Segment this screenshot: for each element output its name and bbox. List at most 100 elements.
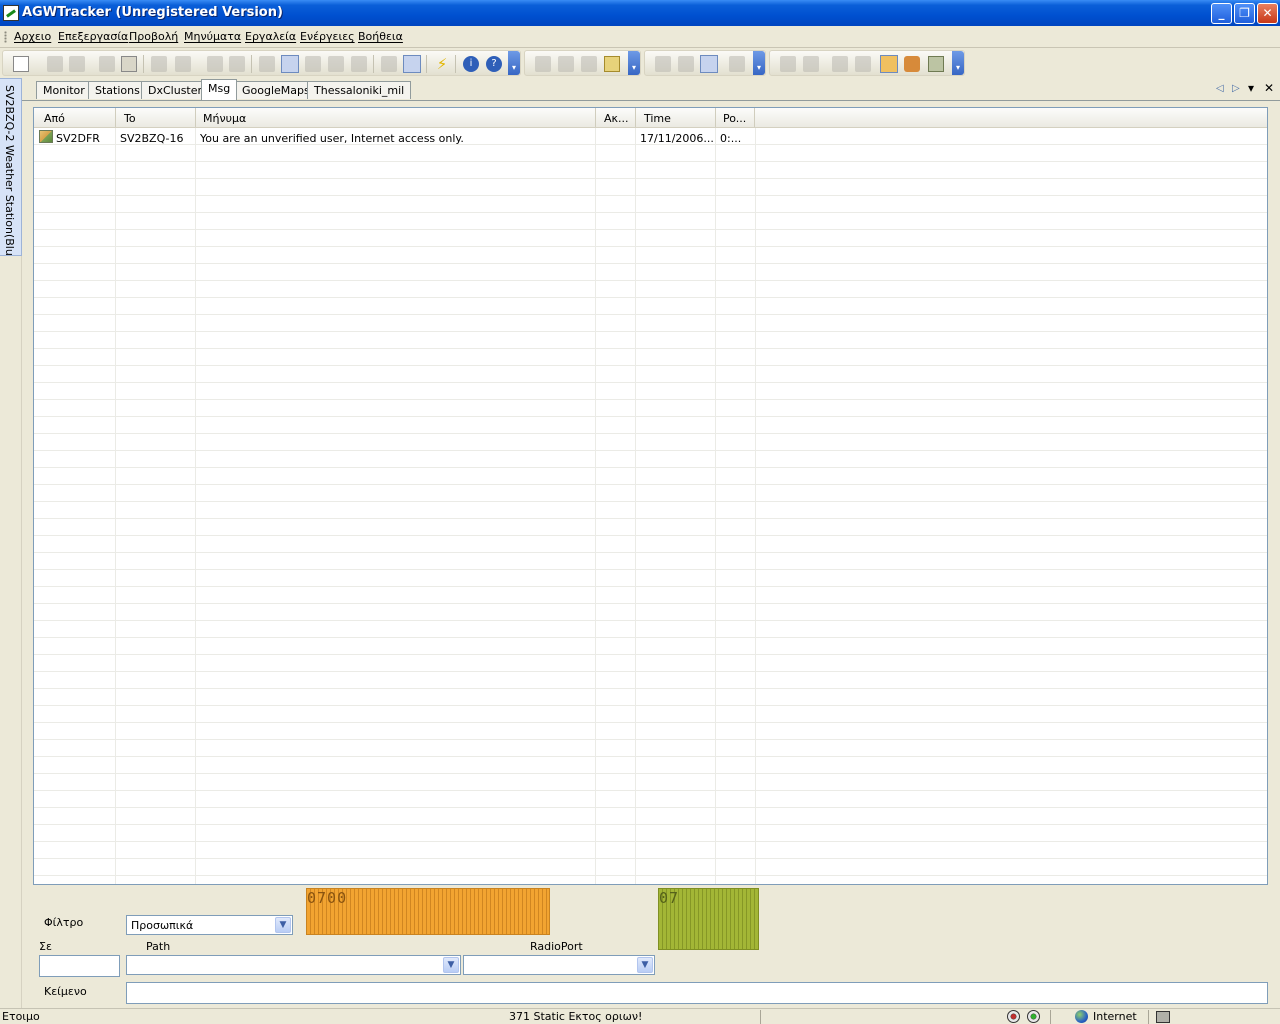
column-divider <box>755 128 756 884</box>
to-input[interactable] <box>39 955 120 977</box>
radioport-select[interactable]: ▼ <box>463 955 655 975</box>
status-stations-message: 371 Static Εκτος οριων! <box>509 1010 643 1023</box>
radioport-label: RadioPort <box>530 940 583 953</box>
message-text-input[interactable] <box>126 982 1268 1004</box>
menu-file[interactable]: Αρχειο <box>14 30 51 43</box>
delete-icon[interactable] <box>535 56 551 72</box>
status-separator <box>1050 1010 1051 1024</box>
toolbar-overflow-chevron-icon[interactable]: ▾ <box>753 51 765 75</box>
profile-icon[interactable] <box>880 55 898 73</box>
tab-next-arrow-icon[interactable]: ▷ <box>1232 83 1240 94</box>
group-users-icon[interactable] <box>904 56 920 72</box>
column-header-port[interactable]: Po... <box>717 108 755 127</box>
minimize-button[interactable]: _ <box>1211 3 1232 24</box>
tab-monitor[interactable]: Monitor <box>36 81 92 99</box>
internet-globe-icon <box>1075 1010 1088 1023</box>
tab-close-icon[interactable]: ✕ <box>1264 81 1274 95</box>
menu-tools[interactable]: Εργαλεία <box>245 30 296 43</box>
app-icon <box>3 5 19 21</box>
contacts-icon[interactable] <box>604 56 620 72</box>
measure-icon[interactable] <box>351 56 367 72</box>
counter-display-2-text: 07 <box>659 889 680 907</box>
station-user-icon <box>39 130 53 143</box>
cancel-icon[interactable] <box>855 56 871 72</box>
column-divider <box>195 128 196 884</box>
restore-button[interactable]: ❐ <box>1234 3 1255 24</box>
lightning-icon[interactable]: ⚡ <box>434 56 450 72</box>
status-internet-zone: Internet <box>1093 1010 1137 1023</box>
tab-thessaloniki-mil[interactable]: Thessaloniki_mil <box>307 81 412 99</box>
tab-list-dropdown-icon[interactable]: ▾ <box>1248 81 1254 95</box>
find-icon[interactable] <box>328 56 344 72</box>
zoom-in-icon[interactable] <box>151 56 167 72</box>
column-header-message[interactable]: Μήνυμα <box>197 108 596 127</box>
pan-icon[interactable] <box>207 56 223 72</box>
close-window-button[interactable]: ✕ <box>1257 3 1278 24</box>
tab-dxcluster[interactable]: DxCluster <box>141 81 210 99</box>
toolbar: ⚡ i ? ▾ ▾ ▾ ▾ <box>0 48 1280 78</box>
cell-from: SV2DFR <box>56 132 100 145</box>
list-icon[interactable] <box>928 56 944 72</box>
chevron-down-icon[interactable]: ▼ <box>637 957 653 973</box>
info-icon[interactable]: i <box>463 56 479 72</box>
column-header-time[interactable]: Time <box>638 108 716 127</box>
window-icon[interactable] <box>678 56 694 72</box>
select-icon[interactable] <box>259 56 275 72</box>
menu-actions[interactable]: Ενέργειες <box>300 30 355 43</box>
layer-icon[interactable] <box>305 56 321 72</box>
toolbar-overflow-chevron-icon[interactable]: ▾ <box>952 51 964 75</box>
column-header-ack[interactable]: Ακ... <box>598 108 636 127</box>
table-row[interactable]: SV2DFR SV2BZQ-16 You are an unverified u… <box>34 129 1267 146</box>
toolbar-separator <box>373 55 374 73</box>
print-icon[interactable] <box>99 56 115 72</box>
toolbar-group-4: ▾ <box>769 50 965 76</box>
toolbar-overflow-chevron-icon[interactable]: ▾ <box>508 51 520 75</box>
filter-select-value: Προσωπικά <box>131 919 194 932</box>
tab-googlemaps[interactable]: GoogleMaps <box>235 81 317 99</box>
refresh-icon[interactable] <box>729 56 745 72</box>
new-file-icon[interactable] <box>13 56 29 72</box>
title-bar: AGWTracker (Unregistered Version) _ ❐ ✕ <box>0 0 1280 26</box>
open-icon[interactable] <box>47 56 63 72</box>
tab-msg[interactable]: Msg <box>201 79 238 100</box>
messages-table[interactable]: Από To Μήνυμα Ακ... Time Po... SV2DFR SV… <box>33 107 1268 885</box>
cell-to: SV2BZQ-16 <box>120 132 184 145</box>
export-icon[interactable] <box>121 56 137 72</box>
cell-port: 0:... <box>720 132 742 145</box>
table-view-icon[interactable] <box>655 56 671 72</box>
menu-grip-icon[interactable] <box>4 31 7 43</box>
panel-icon[interactable] <box>700 55 718 73</box>
forward-icon[interactable] <box>832 56 848 72</box>
map-mode-icon[interactable] <box>281 55 299 73</box>
tab-stations[interactable]: Stations <box>88 81 147 99</box>
toolbar-overflow-chevron-icon[interactable]: ▾ <box>628 51 640 75</box>
fit-icon[interactable] <box>229 56 245 72</box>
menu-messages[interactable]: Μηνύματα <box>184 30 241 43</box>
table-body <box>34 128 1267 884</box>
help-icon[interactable]: ? <box>486 56 502 72</box>
column-header-to[interactable]: To <box>118 108 196 127</box>
column-header-from[interactable]: Από <box>38 108 116 127</box>
grid-icon[interactable] <box>381 56 397 72</box>
reply-icon[interactable] <box>803 56 819 72</box>
menu-edit[interactable]: Επεξεργασία <box>58 30 128 43</box>
left-dock-strip <box>0 256 22 1008</box>
to-label: Σε <box>39 940 52 953</box>
menu-view[interactable]: Προβολή <box>129 30 178 43</box>
tab-prev-arrow-icon[interactable]: ◁ <box>1216 83 1224 94</box>
zoom-out-icon[interactable] <box>175 56 191 72</box>
edit-pen-icon[interactable] <box>403 55 421 73</box>
user-icon[interactable] <box>780 56 796 72</box>
side-panel-tab[interactable]: SV2BZQ-2 Weather Station(Blue) <box>0 78 22 267</box>
toolbar-group-3: ▾ <box>644 50 766 76</box>
counter-display-2: 07 <box>658 888 759 950</box>
menu-help[interactable]: Βοήθεια <box>358 30 403 43</box>
database-icon[interactable] <box>581 56 597 72</box>
chevron-down-icon[interactable]: ▼ <box>275 917 291 933</box>
path-select[interactable]: ▼ <box>126 955 461 975</box>
chevron-down-icon[interactable]: ▼ <box>443 957 459 973</box>
filter-select[interactable]: Προσωπικά ▼ <box>126 915 293 935</box>
copy-icon[interactable] <box>558 56 574 72</box>
save-icon[interactable] <box>69 56 85 72</box>
record-indicator-icon <box>1007 1010 1020 1023</box>
